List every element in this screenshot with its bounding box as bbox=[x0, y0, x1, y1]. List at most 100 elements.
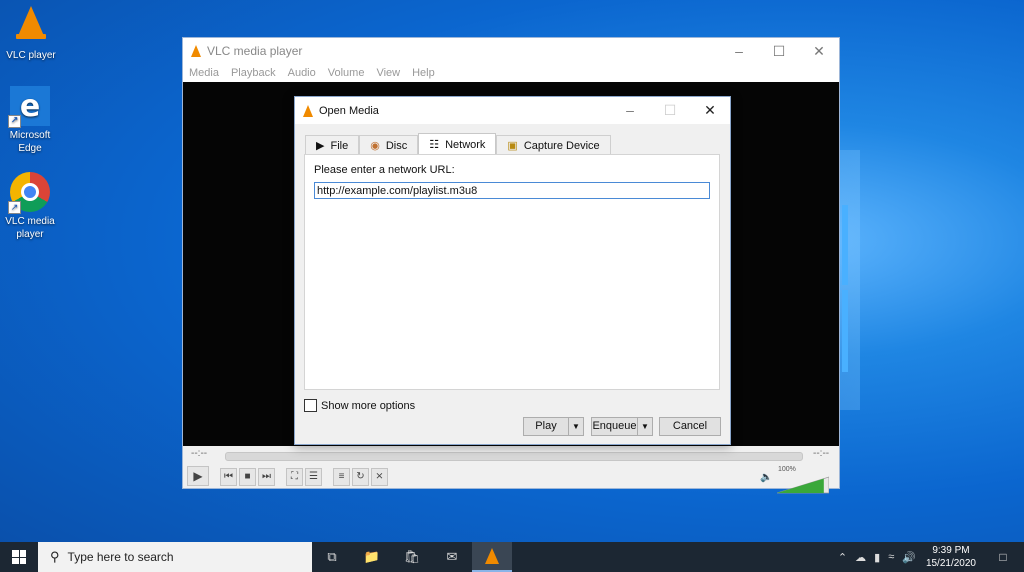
show-more-options-label: Show more options bbox=[321, 399, 416, 412]
search-placeholder: Type here to search bbox=[67, 550, 174, 564]
maximize-button[interactable]: ☐ bbox=[650, 102, 690, 119]
volume-percent: 100% bbox=[778, 466, 796, 473]
tab-network[interactable]: ☷ Network bbox=[418, 133, 497, 156]
vlc-cone-icon bbox=[191, 45, 201, 57]
task-view-icon: ⧉ bbox=[327, 549, 337, 564]
tab-capture-device[interactable]: ▣ Capture Device bbox=[496, 135, 611, 156]
menu-volume[interactable]: Volume bbox=[328, 67, 365, 79]
vlc-taskbar-button[interactable] bbox=[472, 542, 512, 572]
network-icon: ☷ bbox=[429, 139, 440, 151]
onedrive-icon[interactable]: ☁ bbox=[855, 551, 866, 564]
clock[interactable]: 9:39 PM 15/21/2020 bbox=[926, 544, 976, 570]
control-bar: --:-- --:-- ▶ ⏮ ■ ⏭ ⛶ ☰ ≡ ↻ ⨯ 🔈 100% bbox=[183, 446, 839, 494]
shuffle-icon: ⨯ bbox=[375, 471, 384, 482]
tab-label: Disc bbox=[385, 140, 408, 152]
tab-disc[interactable]: ◉ Disc bbox=[359, 135, 419, 156]
minimize-button[interactable]: – bbox=[719, 43, 759, 60]
loop-icon: ↻ bbox=[356, 471, 365, 482]
open-media-dialog: Open Media – ☐ ✕ ▶ File ◉ Disc ☷ Network… bbox=[294, 96, 731, 445]
start-button[interactable] bbox=[0, 542, 38, 572]
file-icon: ▶ bbox=[316, 140, 325, 152]
clock-time: 9:39 PM bbox=[932, 545, 970, 556]
cancel-button[interactable]: Cancel bbox=[659, 417, 721, 436]
wifi-icon[interactable]: ≈ bbox=[888, 551, 894, 563]
speaker-icon[interactable]: 🔈 bbox=[760, 472, 772, 483]
seek-slider[interactable] bbox=[225, 452, 803, 461]
desktop-window-edge bbox=[842, 205, 848, 285]
play-button[interactable]: ▶ bbox=[187, 466, 209, 486]
play-icon: ▶ bbox=[193, 469, 203, 483]
enqueue-button[interactable]: Enqueue bbox=[592, 418, 637, 435]
desktop-icon-vlc-media-player[interactable]: ↗ VLC media player bbox=[0, 172, 60, 241]
windows-logo-icon bbox=[12, 550, 26, 564]
menu-help[interactable]: Help bbox=[412, 67, 435, 79]
remaining-time: --:-- bbox=[813, 448, 830, 459]
next-icon: ⏭ bbox=[262, 471, 271, 482]
play-button[interactable]: Play bbox=[524, 418, 568, 435]
show-more-options[interactable]: Show more options bbox=[304, 399, 415, 412]
fullscreen-button[interactable]: ⛶ bbox=[286, 468, 303, 486]
vlc-cone-icon bbox=[485, 548, 499, 564]
chevron-down-icon[interactable]: ▼ bbox=[568, 418, 583, 435]
desktop-icon-microsoft-edge[interactable]: e ↗ Microsoft Edge bbox=[0, 86, 60, 155]
battery-icon[interactable]: ▮ bbox=[874, 551, 880, 564]
vlc-menubar: Media Playback Audio Volume View Help bbox=[183, 64, 839, 82]
desktop-window-edge bbox=[842, 290, 848, 372]
menu-playback[interactable]: Playback bbox=[231, 67, 276, 79]
minimize-button[interactable]: – bbox=[610, 102, 650, 119]
desktop-icon-label: Microsoft Edge bbox=[9, 130, 51, 154]
desktop-icon-label: VLC player bbox=[6, 50, 56, 61]
vlc-window-title: VLC media player bbox=[207, 44, 303, 58]
extended-settings-button[interactable]: ☰ bbox=[305, 468, 322, 486]
file-explorer-button[interactable]: 📁 bbox=[352, 542, 392, 572]
vlc-cone-icon bbox=[303, 104, 313, 117]
close-button[interactable]: ✕ bbox=[690, 102, 730, 119]
disc-icon: ◉ bbox=[370, 140, 380, 152]
play-dropdown-button[interactable]: Play ▼ bbox=[523, 417, 584, 436]
show-more-options-checkbox[interactable] bbox=[304, 399, 317, 412]
menu-view[interactable]: View bbox=[376, 67, 400, 79]
notification-icon[interactable]: □ bbox=[988, 550, 1018, 564]
elapsed-time: --:-- bbox=[191, 448, 208, 459]
menu-audio[interactable]: Audio bbox=[288, 67, 316, 79]
volume-slider[interactable] bbox=[777, 476, 829, 494]
stop-icon: ■ bbox=[244, 471, 251, 482]
desktop-icon-vlc-player[interactable]: VLC player bbox=[1, 2, 61, 62]
search-icon: ⚲ bbox=[50, 549, 60, 564]
task-view-button[interactable]: ⧉ bbox=[312, 542, 352, 572]
previous-button[interactable]: ⏮ bbox=[220, 468, 237, 486]
folder-icon: 📁 bbox=[363, 549, 381, 564]
dialog-title: Open Media bbox=[319, 104, 379, 117]
stop-button[interactable]: ■ bbox=[239, 468, 256, 486]
tab-file[interactable]: ▶ File bbox=[305, 135, 360, 156]
store-button[interactable]: 🛍 bbox=[392, 542, 432, 572]
network-url-input[interactable] bbox=[314, 182, 710, 199]
next-button[interactable]: ⏭ bbox=[258, 468, 275, 486]
enqueue-dropdown-button[interactable]: Enqueue ▼ bbox=[591, 417, 653, 436]
maximize-button[interactable]: ☐ bbox=[759, 43, 799, 60]
shuffle-button[interactable]: ⨯ bbox=[371, 468, 388, 486]
volume-icon[interactable]: 🔊 bbox=[902, 551, 916, 564]
fullscreen-icon: ⛶ bbox=[291, 471, 298, 482]
taskbar-search[interactable]: ⚲ Type here to search bbox=[38, 542, 312, 572]
taskbar: ⚲ Type here to search ⧉ 📁 🛍 ✉ ⌃ ☁ ▮ ≈ 🔊 … bbox=[0, 542, 1024, 572]
chevron-down-icon[interactable]: ▼ bbox=[637, 418, 652, 435]
menu-media[interactable]: Media bbox=[189, 67, 219, 79]
close-button[interactable]: ✕ bbox=[799, 43, 839, 60]
prev-icon: ⏮ bbox=[224, 471, 233, 482]
edge-icon: e ↗ bbox=[8, 86, 50, 128]
cancel-button-label: Cancel bbox=[672, 420, 708, 432]
playlist-button[interactable]: ≡ bbox=[333, 468, 350, 486]
extended-settings-icon: ☰ bbox=[309, 471, 318, 482]
dialog-titlebar: Open Media – ☐ ✕ bbox=[295, 97, 730, 124]
chevron-up-icon[interactable]: ⌃ bbox=[838, 551, 847, 564]
tab-bar: ▶ File ◉ Disc ☷ Network ▣ Capture Device bbox=[305, 133, 611, 156]
chrome-icon: ↗ bbox=[8, 172, 50, 214]
system-tray: ⌃ ☁ ▮ ≈ 🔊 9:39 PM 15/21/2020 □ bbox=[834, 544, 1024, 570]
tab-label: Network bbox=[445, 139, 486, 151]
playlist-icon: ≡ bbox=[338, 471, 345, 482]
network-url-label: Please enter a network URL: bbox=[314, 164, 455, 176]
network-panel: Please enter a network URL: bbox=[304, 154, 720, 390]
loop-button[interactable]: ↻ bbox=[352, 468, 369, 486]
mail-button[interactable]: ✉ bbox=[432, 542, 472, 572]
